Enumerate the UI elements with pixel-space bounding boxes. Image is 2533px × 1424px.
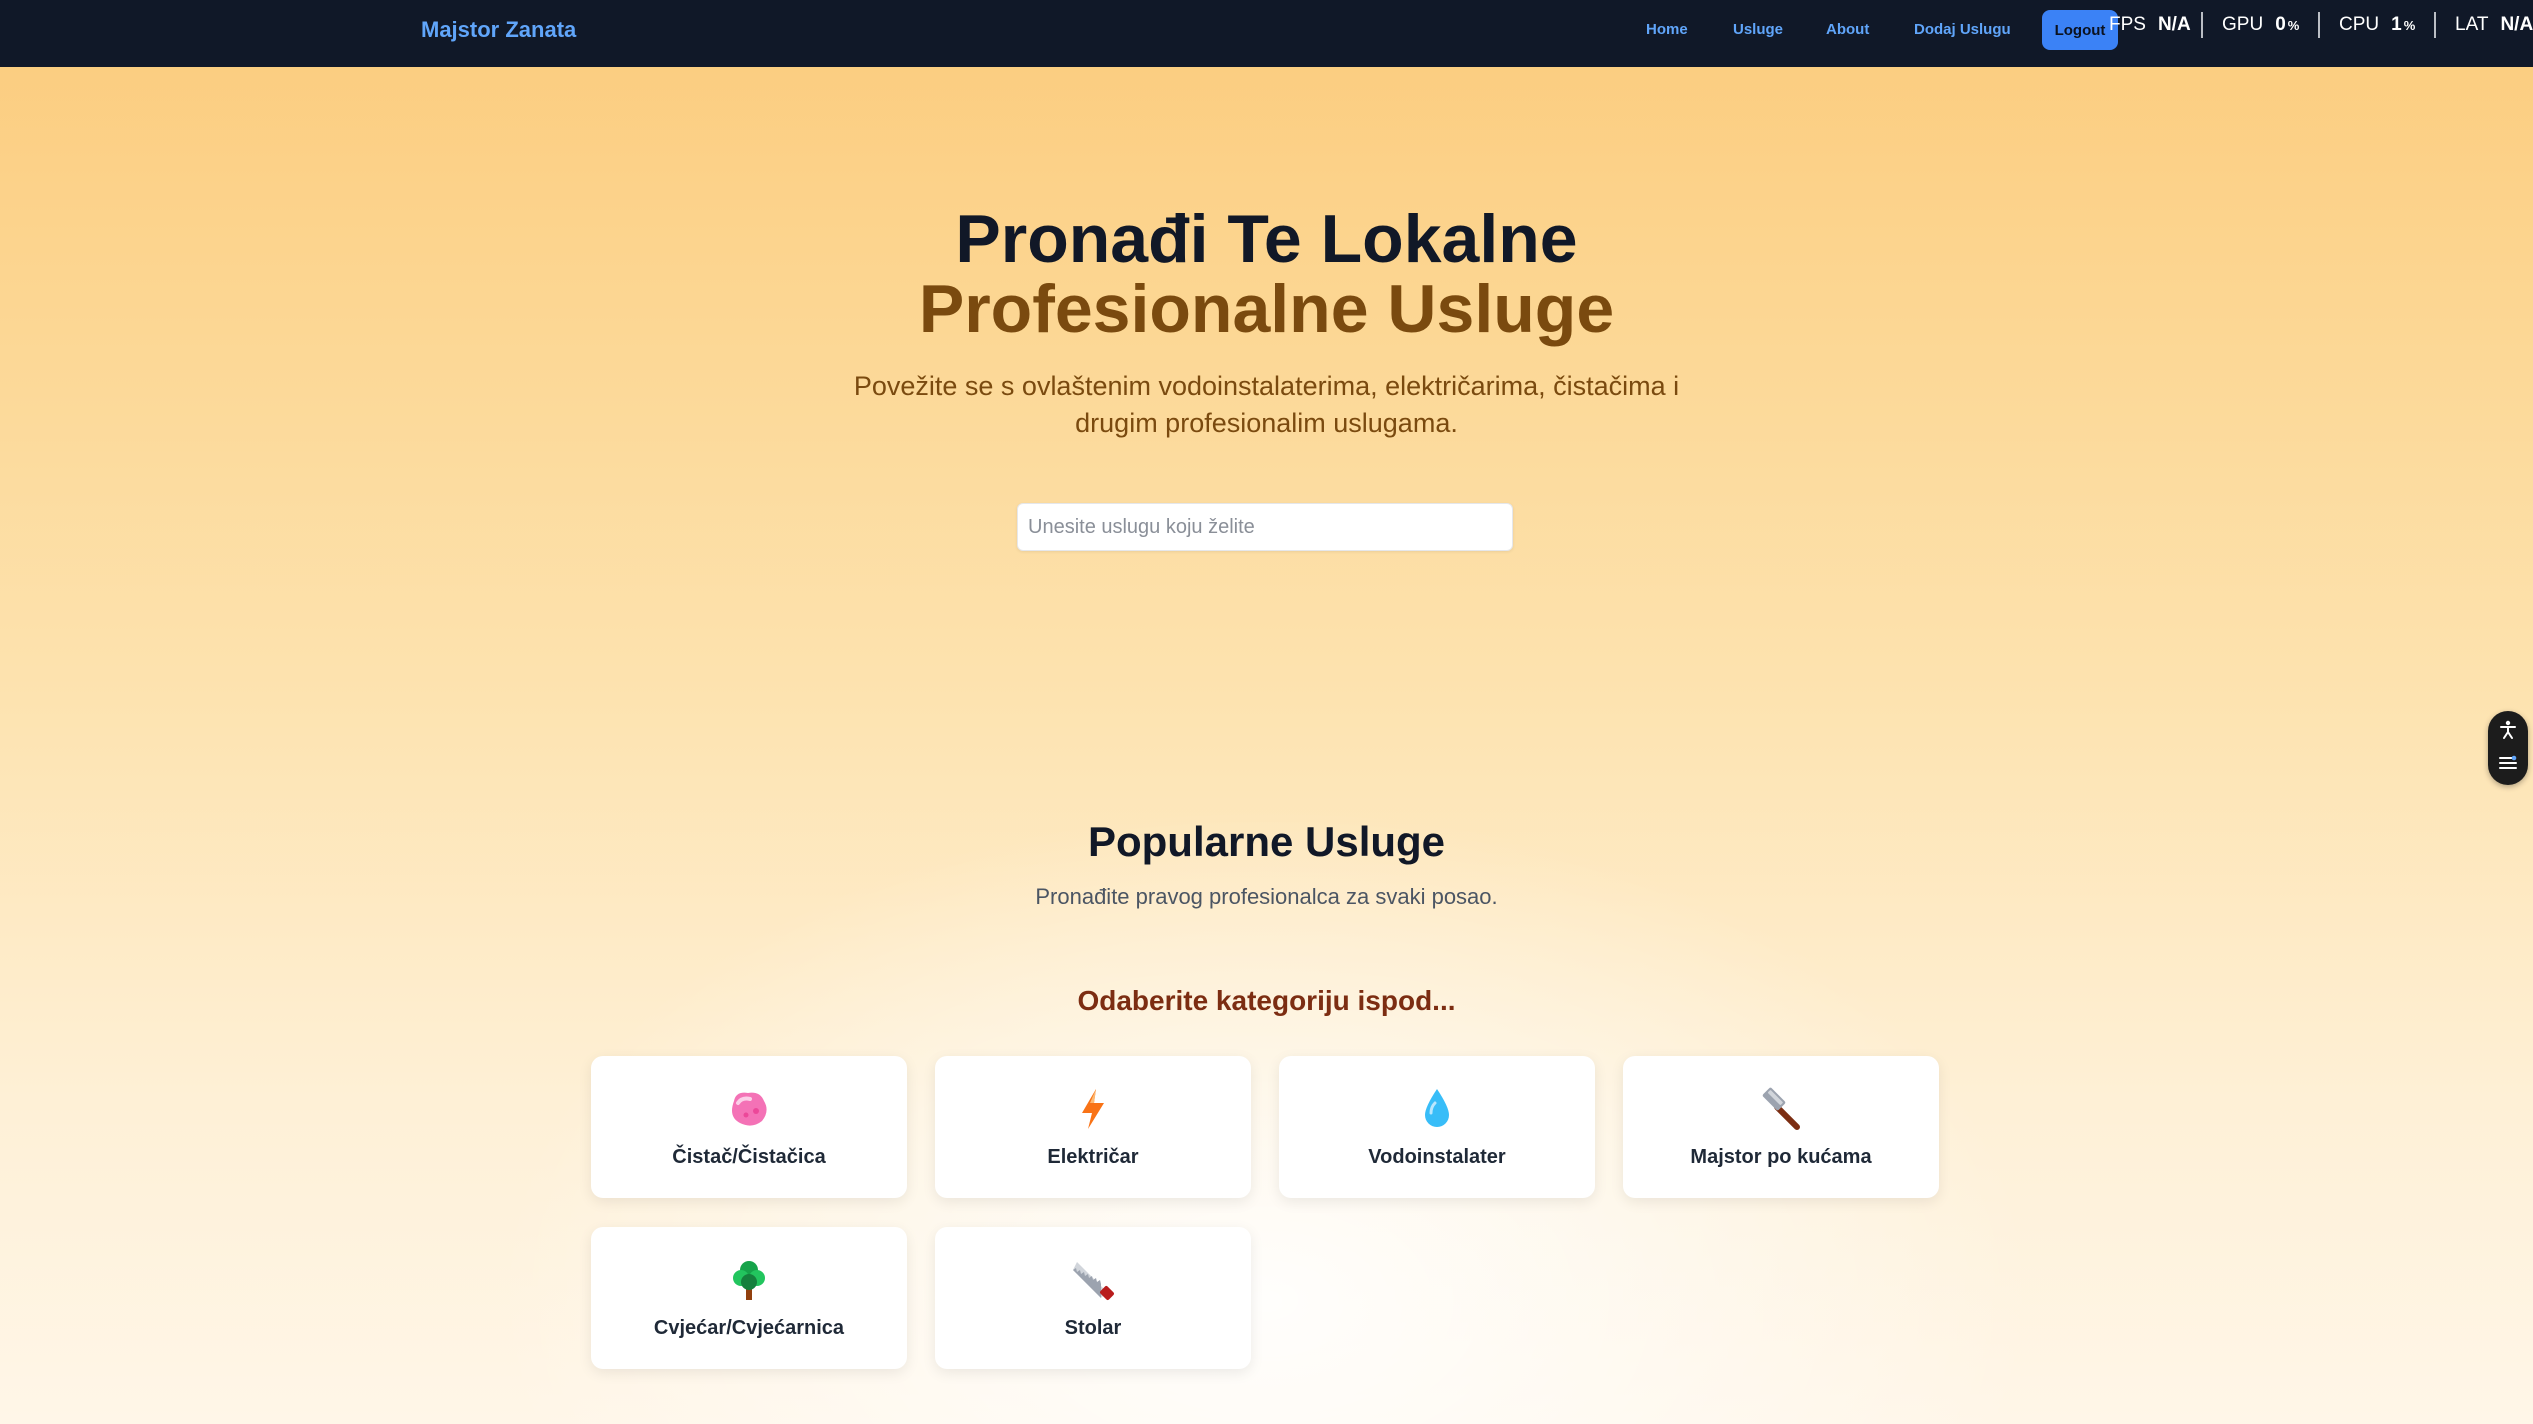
hero-title: Pronađi Te Lokalne [955, 201, 1578, 277]
perf-cpu-unit: % [2403, 18, 2416, 33]
perf-lat-value: N/A [2500, 14, 2533, 35]
perf-gpu-value: 0 [2275, 14, 2286, 35]
category-card-elektricar[interactable]: Električar [935, 1056, 1251, 1198]
accessibility-icon[interactable] [2488, 720, 2528, 745]
perf-divider [2201, 12, 2203, 38]
perf-fps: FPS N/A [2109, 14, 2191, 36]
perf-fps-value: N/A [2157, 14, 2191, 35]
nav-link-usluge[interactable]: Usluge [1733, 21, 1783, 38]
category-label: Čistač/Čistačica [672, 1146, 826, 1168]
category-card-cistac[interactable]: Čistač/Čistačica [591, 1056, 907, 1198]
service-search-input[interactable] [1017, 503, 1513, 551]
perf-gpu: GPU 0 % [2222, 14, 2299, 36]
popular-services-subtitle: Pronađite pravog profesionalca za svaki … [1035, 884, 1498, 909]
perf-gpu-label: GPU [2222, 14, 2264, 35]
perf-divider [2434, 12, 2436, 38]
brand-logo[interactable]: Majstor Zanata [421, 17, 576, 43]
category-card-majstor[interactable]: Majstor po kućama [1623, 1056, 1939, 1198]
hammer-icon [1623, 1084, 1939, 1134]
category-card-cvjecar[interactable]: Cvjećar/Cvjećarnica [591, 1227, 907, 1369]
perf-cpu: CPU 1 % [2339, 14, 2415, 36]
category-card-vodoinstalater[interactable]: Vodoinstalater [1279, 1056, 1595, 1198]
perf-cpu-value: 1 [2391, 14, 2402, 35]
category-prompt: Odaberite kategoriju ispod... [1077, 985, 1456, 1016]
perf-gpu-unit: % [2287, 18, 2300, 33]
water-drop-icon [1279, 1084, 1595, 1134]
nav-link-home[interactable]: Home [1646, 21, 1688, 38]
accessibility-widget[interactable] [2488, 711, 2528, 785]
category-label: Električar [1047, 1146, 1139, 1168]
logout-button[interactable]: Logout [2042, 10, 2118, 50]
category-label: Majstor po kućama [1690, 1146, 1872, 1168]
top-navbar: Majstor Zanata Home Usluge About Dodaj U… [0, 0, 2533, 67]
perf-lat: LAT N/A [2455, 14, 2533, 36]
perf-fps-label: FPS [2109, 14, 2146, 35]
popular-services-title: Popularne Usluge [1087, 818, 1446, 865]
perf-divider [2318, 12, 2320, 38]
sponge-icon [591, 1084, 907, 1134]
perf-cpu-label: CPU [2339, 14, 2380, 35]
settings-sliders-icon[interactable] [2488, 754, 2528, 777]
lightning-icon [935, 1084, 1251, 1134]
perf-lat-label: LAT [2455, 14, 2489, 35]
category-label: Stolar [1064, 1317, 1122, 1339]
category-card-stolar[interactable]: Stolar [935, 1227, 1251, 1369]
saw-icon [935, 1255, 1251, 1305]
category-label: Vodoinstalater [1368, 1146, 1506, 1168]
tree-icon [591, 1255, 907, 1305]
nav-link-about[interactable]: About [1826, 21, 1869, 38]
hero-subtitle: Povežite se s ovlaštenim vodoinstalateri… [853, 371, 1680, 438]
nav-link-dodaj-uslugu[interactable]: Dodaj Uslugu [1914, 21, 2011, 38]
category-label: Cvjećar/Cvjećarnica [653, 1317, 845, 1339]
hero-title-highlight: Profesionalne Usluge [918, 271, 1615, 347]
